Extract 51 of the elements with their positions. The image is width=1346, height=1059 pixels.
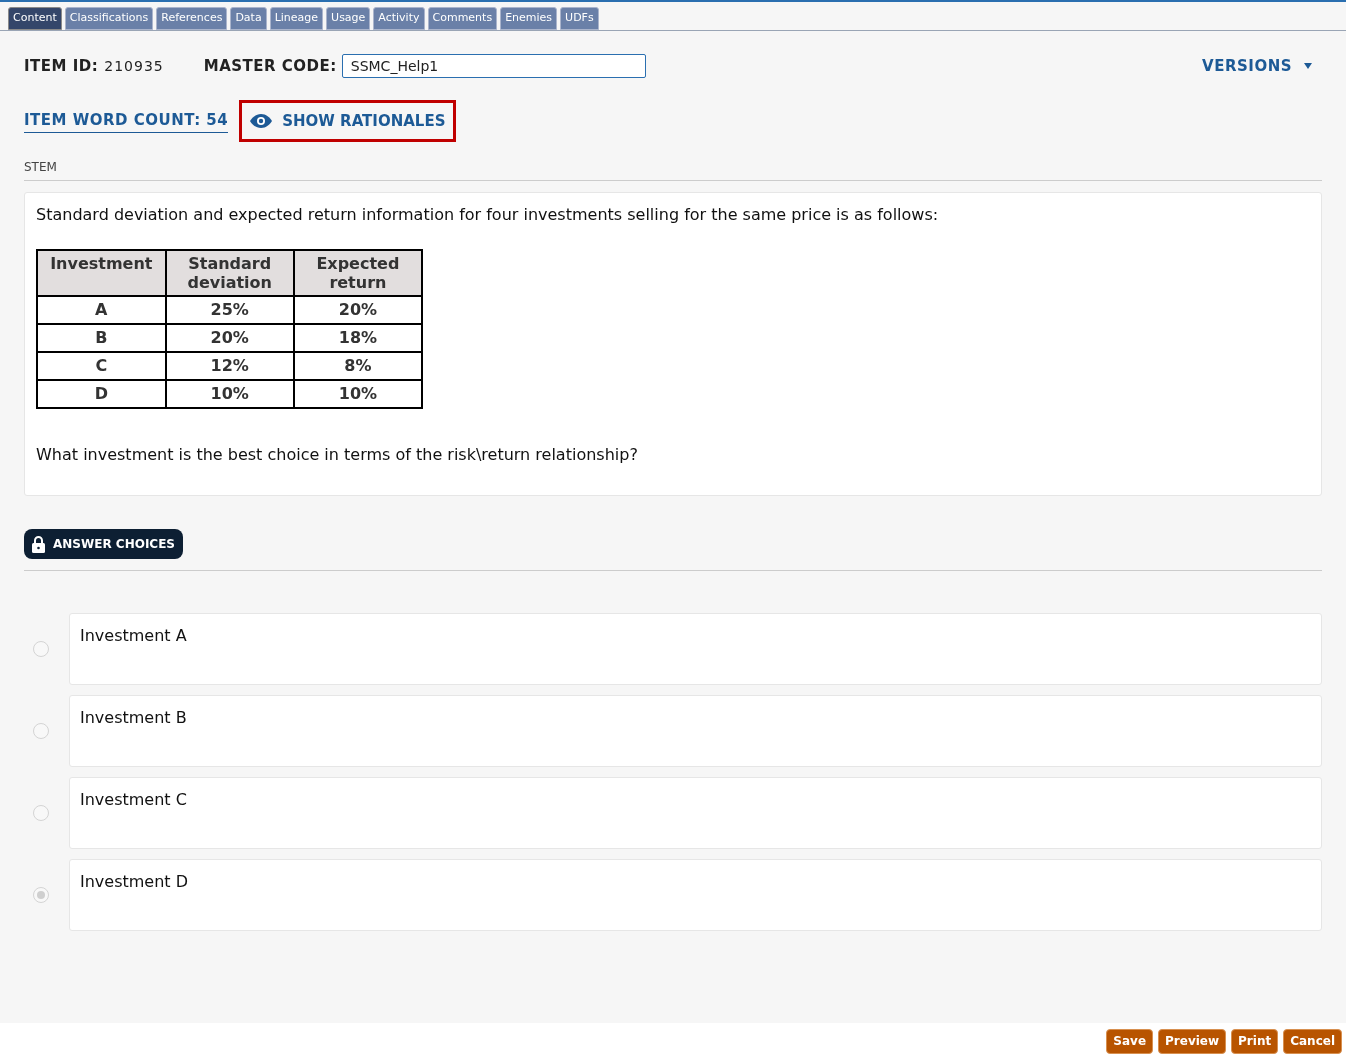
footer-button[interactable]: Save (1106, 1028, 1154, 1054)
answer-choice-text: Investment A (80, 625, 187, 645)
column-header: Standard deviation (165, 250, 294, 296)
tab[interactable]: References (156, 7, 228, 30)
lock-icon (32, 535, 45, 553)
answer-choices-label: ANSWER CHOICES (53, 536, 175, 553)
table-cell: 20% (165, 324, 294, 352)
stem-question: What investment is the best choice in terms of the risk\return relationship? (36, 444, 639, 466)
word-count-link[interactable]: ITEM WORD COUNT: 54 (24, 109, 229, 133)
radio-button[interactable] (33, 886, 49, 903)
stem-intro: Standard deviation and expected return information for four investments selling for the same price is as follows: (36, 204, 940, 226)
tab[interactable]: Data (230, 7, 267, 30)
tab[interactable]: Content (8, 7, 62, 30)
column-header: Investment (37, 250, 166, 296)
tab[interactable]: Usage (326, 7, 371, 30)
column-header: Expected return (293, 250, 422, 296)
tab[interactable]: UDFs (560, 7, 599, 30)
table-cell: A (37, 296, 166, 324)
tab[interactable]: Activity (373, 7, 425, 30)
table-cell: 18% (293, 324, 422, 352)
answer-choice-text: Investment C (80, 789, 187, 809)
stem-label: STEM (24, 158, 1322, 181)
caret-icon (1304, 63, 1312, 69)
radio-button[interactable] (33, 640, 49, 657)
footer-button[interactable]: Preview (1158, 1028, 1227, 1054)
table-cell: B (37, 324, 166, 352)
table-cell: 25% (165, 296, 294, 324)
table-cell: 10% (165, 380, 294, 408)
answer-choice-text: Investment D (80, 871, 189, 891)
footer-button[interactable]: Print (1231, 1028, 1279, 1054)
table-cell: 20% (293, 296, 422, 324)
radio-button[interactable] (33, 804, 49, 821)
table-cell: 12% (165, 352, 294, 380)
show-rationales-button[interactable]: SHOW RATIONALES (239, 100, 457, 142)
eye-icon (250, 114, 273, 128)
table-cell: 10% (293, 380, 422, 408)
answer-choice-text: Investment B (80, 707, 187, 727)
radio-button[interactable] (33, 722, 49, 739)
tab[interactable]: Classifications (64, 7, 154, 30)
master-code-field[interactable]: SSMC_Help1 (341, 54, 646, 78)
tab[interactable]: Lineage (269, 7, 324, 30)
item-id-value: 210935 (104, 56, 164, 76)
footer-button[interactable]: Cancel (1283, 1028, 1342, 1054)
versions-dropdown[interactable]: VERSIONS (1202, 54, 1312, 78)
table-cell: D (37, 380, 166, 408)
tab[interactable]: Enemies (500, 7, 558, 30)
item-id-label: ITEM ID: (24, 55, 99, 77)
tab[interactable]: Comments (427, 7, 498, 30)
table-cell: 8% (293, 352, 422, 380)
master-code-label: MASTER CODE: (203, 55, 337, 77)
table-cell: C (37, 352, 166, 380)
